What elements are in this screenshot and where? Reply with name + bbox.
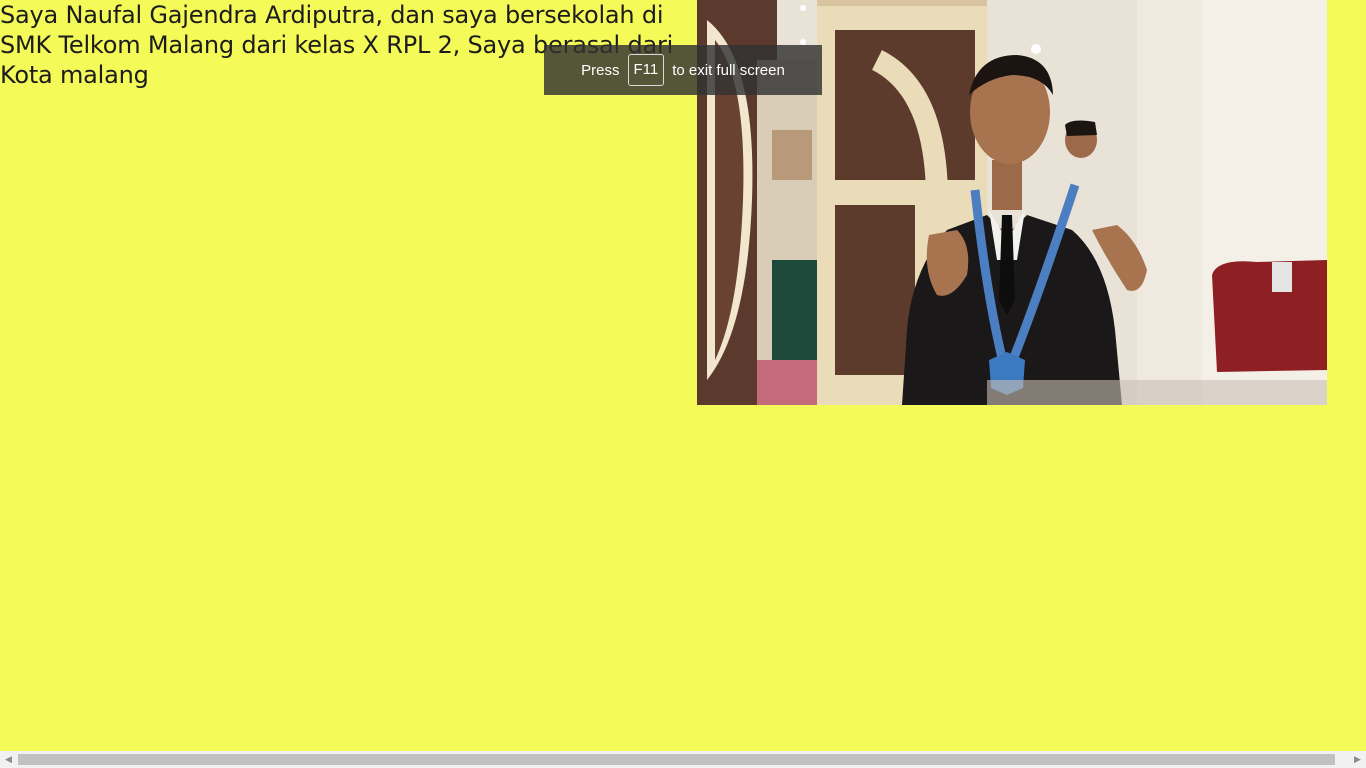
scrollbar-thumb[interactable] (18, 754, 1335, 765)
horizontal-scrollbar[interactable]: ◀ ▶ (0, 751, 1366, 768)
scroll-left-arrow-icon[interactable]: ◀ (0, 751, 17, 768)
f11-key-badge: F11 (627, 54, 665, 86)
fullscreen-notice-suffix: to exit full screen (672, 61, 785, 79)
fullscreen-notice-prefix: Press (581, 61, 620, 79)
scroll-right-arrow-icon[interactable]: ▶ (1349, 751, 1366, 768)
fullscreen-exit-notice: Press F11 to exit full screen (544, 45, 822, 95)
